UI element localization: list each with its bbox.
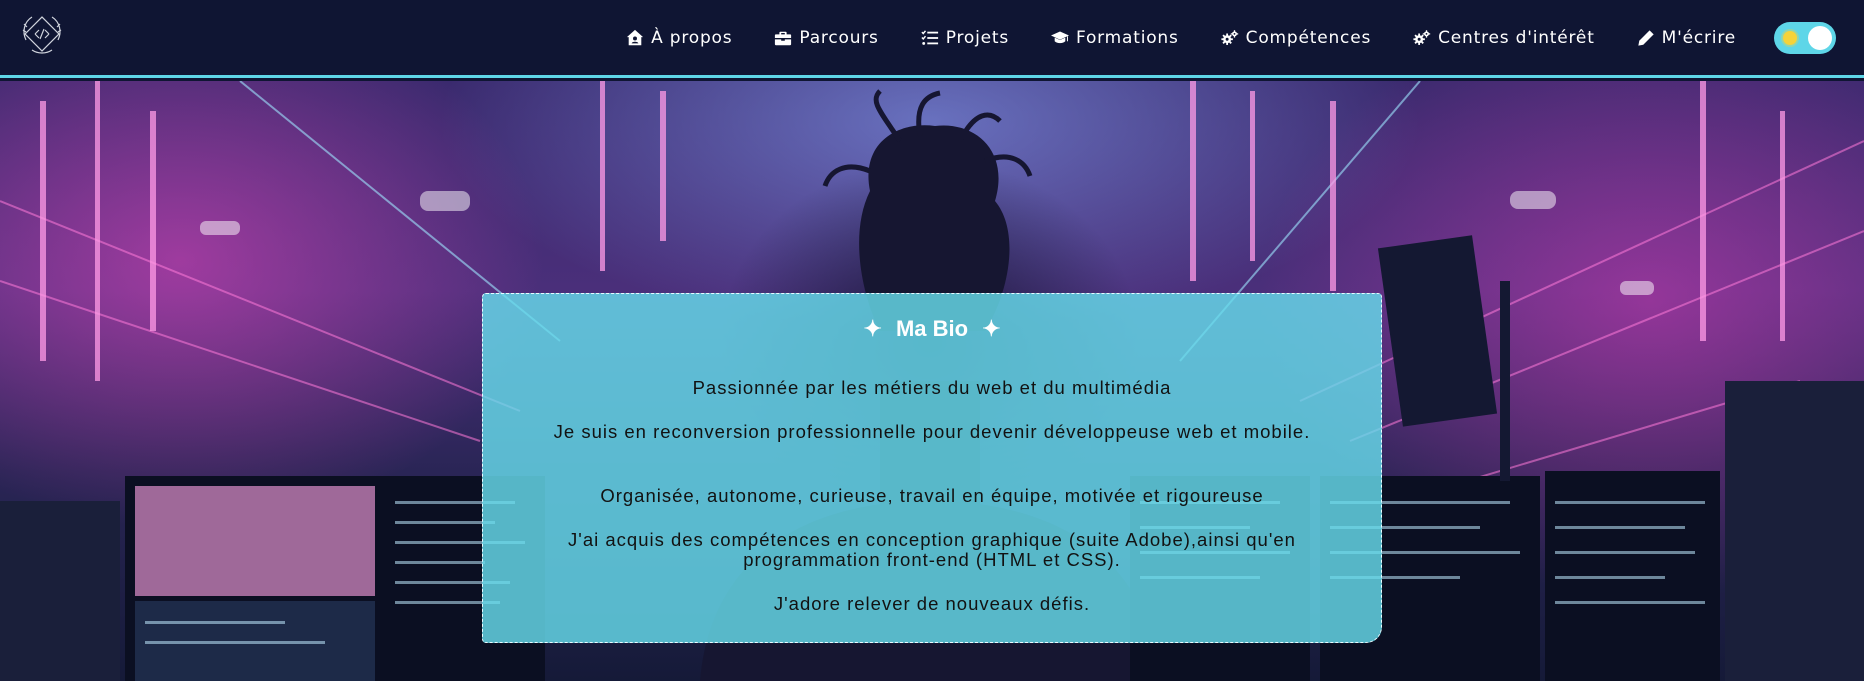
house-user-icon <box>627 29 644 45</box>
bio-paragraph: J'ai acquis des compétences en conceptio… <box>568 529 1296 570</box>
nav-item-label: Parcours <box>799 27 879 48</box>
graduation-cap-icon <box>1051 30 1069 43</box>
nav-item-label: M'écrire <box>1661 27 1736 48</box>
bio-paragraph: J'adore relever de nouveaux défis. <box>773 593 1091 614</box>
nav-item-label: Projets <box>945 27 1009 48</box>
bio-paragraph: Je suis en reconversion professionnelle … <box>553 421 1311 442</box>
nav-item-label: Compétences <box>1245 27 1372 48</box>
toggle-knob <box>1808 26 1832 50</box>
nav-item-centres-interet[interactable]: Centres d'intérêt <box>1413 28 1595 48</box>
sun-icon <box>1783 31 1797 45</box>
bio-paragraph: Organisée, autonome, curieuse, travail e… <box>600 485 1264 506</box>
pencil-icon <box>1638 29 1654 46</box>
nav-links: À propos Parcours Projets Formations Com… <box>584 0 1736 75</box>
bio-card: ✦ Ma Bio ✦ Passionnée par les métiers du… <box>482 293 1382 643</box>
nav-item-label: Centres d'intérêt <box>1438 27 1595 48</box>
nav-item-m-ecrire[interactable]: M'écrire <box>1637 28 1736 48</box>
sparkle-icon: ✦ <box>982 316 1001 341</box>
bio-title-text: Ma Bio <box>895 316 969 341</box>
sparkle-icon: ✦ <box>863 316 882 341</box>
nav-item-label: Formations <box>1076 27 1179 48</box>
nav-item-parcours[interactable]: Parcours <box>774 28 878 48</box>
bio-paragraph: Passionnée par les métiers du web et du … <box>692 377 1172 398</box>
nav-item-a-propos[interactable]: À propos <box>626 28 732 48</box>
site-logo[interactable] <box>18 10 66 58</box>
list-check-icon <box>921 29 938 45</box>
nav-item-projets[interactable]: Projets <box>921 28 1009 48</box>
gears-icon <box>1221 29 1238 45</box>
nav-item-formations[interactable]: Formations <box>1051 28 1179 48</box>
theme-toggle[interactable] <box>1774 22 1836 54</box>
briefcase-icon <box>775 31 792 45</box>
nav-item-label: À propos <box>651 27 733 48</box>
logo-icon <box>22 16 62 54</box>
bio-title: ✦ Ma Bio ✦ <box>483 316 1381 342</box>
nav-item-competences[interactable]: Compétences <box>1221 28 1371 48</box>
top-navbar: À propos Parcours Projets Formations Com… <box>0 0 1864 81</box>
hero-section: ✦ Ma Bio ✦ Passionnée par les métiers du… <box>0 81 1864 681</box>
gears-icon <box>1413 29 1431 45</box>
